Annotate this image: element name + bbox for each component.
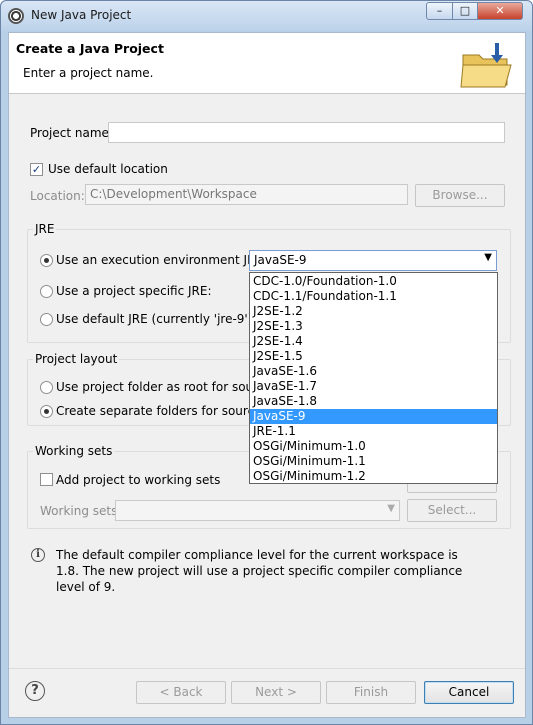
dropdown-option[interactable]: OSGi/Minimum-1.0 [250, 439, 497, 454]
dropdown-option[interactable]: J2SE-1.3 [250, 319, 497, 334]
chevron-down-icon[interactable]: ▼ [484, 252, 492, 263]
use-default-location-checkbox[interactable]: ✓ [30, 163, 43, 176]
info-message: The default compiler compliance level fo… [56, 548, 463, 594]
wizard-subtitle: Enter a project name. [23, 66, 154, 80]
project-specific-jre-radio[interactable] [40, 285, 53, 298]
project-layout-group-title: Project layout [33, 352, 120, 366]
working-sets-group-title: Working sets [33, 444, 115, 458]
maximize-button[interactable]: □ [452, 2, 478, 20]
add-to-working-sets-checkbox[interactable] [40, 473, 53, 486]
working-sets-combo[interactable]: ▼ [115, 500, 400, 521]
location-label: Location: [30, 189, 85, 203]
default-jre-label: Use default JRE (currently 'jre-9') [56, 312, 253, 326]
close-button[interactable]: ✕ [477, 2, 523, 20]
info-icon: i [31, 548, 45, 562]
eclipse-app-icon [8, 8, 24, 24]
dropdown-option[interactable]: CDC-1.1/Foundation-1.1 [250, 289, 497, 304]
dropdown-option[interactable]: JavaSE-9 [250, 409, 497, 424]
add-to-working-sets-label: Add project to working sets [56, 473, 221, 487]
project-name-input[interactable] [108, 122, 505, 143]
dialog-client-area: Create a Java Project Enter a project na… [8, 32, 526, 718]
dropdown-option[interactable]: J2SE-1.5 [250, 349, 497, 364]
project-folder-root-label: Use project folder as root for sources [56, 380, 279, 394]
help-icon[interactable]: ? [25, 681, 45, 701]
footer-divider [9, 668, 525, 669]
dropdown-option[interactable]: JavaSE-1.6 [250, 364, 497, 379]
dialog-window: New Java Project – □ ✕ Create a Java Pro… [0, 0, 533, 725]
execution-env-dropdown-list[interactable]: CDC-1.0/Foundation-1.0 CDC-1.1/Foundation… [249, 272, 498, 484]
project-specific-jre-label: Use a project specific JRE: [56, 284, 212, 298]
execution-env-label: Use an execution environment JRE: [56, 253, 268, 267]
working-sets-label: Working sets: [40, 504, 122, 518]
window-title: New Java Project [31, 8, 132, 22]
use-default-location-label: Use default location [48, 162, 168, 176]
back-button[interactable]: < Back [136, 681, 226, 704]
jre-group-title: JRE [33, 222, 57, 236]
wizard-title: Create a Java Project [16, 41, 164, 56]
wizard-banner: Create a Java Project Enter a project na… [9, 33, 525, 94]
title-bar[interactable]: New Java Project – □ ✕ [1, 1, 532, 31]
dropdown-option[interactable]: J2SE-1.2 [250, 304, 497, 319]
dropdown-option[interactable]: OSGi/Minimum-1.1 [250, 454, 497, 469]
dropdown-option[interactable]: OSGi/Minimum-1.2 [250, 469, 497, 484]
project-name-label: Project name: [30, 126, 113, 140]
dropdown-option[interactable]: J2SE-1.4 [250, 334, 497, 349]
default-jre-radio[interactable] [40, 313, 53, 326]
dropdown-option[interactable]: JavaSE-1.7 [250, 379, 497, 394]
separate-folders-radio[interactable] [40, 405, 53, 418]
finish-button[interactable]: Finish [326, 681, 416, 704]
execution-env-combo-value: JavaSE-9 [254, 253, 307, 267]
cancel-button[interactable]: Cancel [424, 681, 514, 704]
browse-button[interactable]: Browse... [415, 184, 505, 207]
location-input[interactable]: C:\Development\Workspace [85, 184, 408, 205]
dropdown-option[interactable]: JavaSE-1.8 [250, 394, 497, 409]
minimize-button[interactable]: – [426, 2, 453, 20]
dropdown-option[interactable]: CDC-1.0/Foundation-1.0 [250, 274, 497, 289]
java-folder-icon [460, 43, 512, 88]
select-working-sets-button[interactable]: Select... [407, 499, 497, 522]
dropdown-option[interactable]: JRE-1.1 [250, 424, 497, 439]
execution-env-radio[interactable] [40, 254, 53, 267]
chevron-down-icon[interactable]: ▼ [387, 503, 395, 514]
next-button[interactable]: Next > [231, 681, 321, 704]
execution-env-combo[interactable]: JavaSE-9 ▼ [249, 250, 497, 271]
project-folder-root-radio[interactable] [40, 381, 53, 394]
